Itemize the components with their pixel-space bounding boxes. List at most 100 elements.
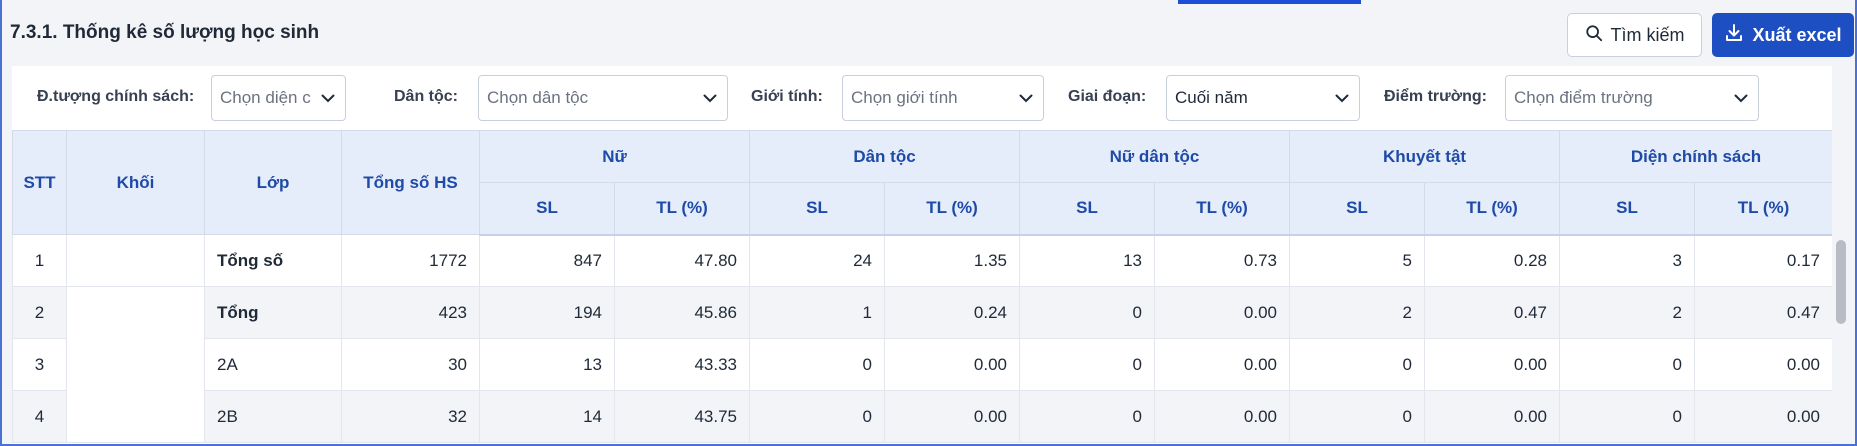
cell-total: 1772 — [341, 234, 480, 287]
gender-select[interactable]: Chọn giới tính — [842, 75, 1044, 121]
header-sl: SL — [479, 182, 615, 236]
policy-select-value: Chọn diện ch — [220, 88, 311, 107]
header-group-dien-chinh-sach: Diện chính sách — [1559, 130, 1832, 183]
policy-select[interactable]: Chọn diện ch — [211, 75, 346, 121]
header-group-nu: Nữ — [479, 130, 750, 183]
header-tl: TL (%) — [1153, 182, 1291, 236]
cell-ndt-tl: 0.73 — [1153, 234, 1291, 287]
header-sl: SL — [1019, 182, 1155, 236]
cell-kt-tl: 0.28 — [1424, 234, 1561, 287]
export-excel-button[interactable]: Xuất excel — [1712, 13, 1854, 57]
cell-dt-sl: 0 — [749, 390, 885, 443]
header-tl: TL (%) — [1694, 182, 1832, 236]
statistics-table-container: STT Khối Lớp Tổng số HS Nữ Dân tộc Nữ dâ… — [12, 130, 1832, 444]
cell-total: 30 — [341, 338, 480, 391]
search-button-label: Tìm kiếm — [1610, 24, 1685, 45]
cell-total: 32 — [341, 390, 480, 443]
cell-total: 423 — [341, 286, 480, 339]
header-group-nu-dan-toc: Nữ dân tộc — [1018, 130, 1291, 183]
stage-select[interactable]: Cuối năm — [1166, 75, 1360, 121]
cell-lop: 2A — [204, 338, 342, 391]
gender-select-value: Chọn giới tính — [851, 88, 958, 107]
table-row: 4 2B 32 14 43.75 0 0.00 0 0.00 0 0.00 0 … — [12, 390, 1832, 443]
ethnic-filter-label: Dân tộc: — [394, 88, 458, 105]
cell-stt: 2 — [12, 286, 67, 339]
cell-cs-sl: 3 — [1559, 234, 1696, 287]
search-button[interactable]: Tìm kiếm — [1567, 13, 1702, 57]
cell-kt-tl: 0.00 — [1424, 390, 1561, 443]
cell-ndt-tl: 0.00 — [1153, 338, 1291, 391]
cell-ndt-tl: 0.00 — [1153, 390, 1291, 443]
active-tab-indicator — [1178, 0, 1361, 4]
statistics-panel: 7.3.1. Thống kê số lượng học sinh Tìm ki… — [0, 0, 1857, 446]
cell-cs-sl: 0 — [1559, 338, 1696, 391]
header-sl: SL — [1559, 182, 1696, 236]
cell-dt-tl: 0.00 — [884, 390, 1020, 443]
cell-ndt-sl: 0 — [1019, 286, 1155, 339]
header-khoi: Khối — [66, 130, 205, 235]
cell-khoi — [66, 286, 205, 443]
cell-nu-tl: 47.80 — [614, 234, 750, 287]
chevron-down-icon — [1724, 76, 1758, 120]
filter-bar: Đ.tượng chính sách: Chọn diện ch Dân tộc… — [12, 66, 1832, 130]
cell-ndt-sl: 0 — [1019, 338, 1155, 391]
chevron-down-icon — [693, 76, 727, 120]
gender-filter-label: Giới tính: — [751, 88, 823, 105]
header-sl: SL — [1289, 182, 1426, 236]
ethnic-select-value: Chọn dân tộc — [487, 88, 589, 107]
cell-dt-sl: 0 — [749, 338, 885, 391]
cell-cs-sl: 2 — [1559, 286, 1696, 339]
cell-stt: 4 — [12, 390, 67, 443]
cell-dt-tl: 0.24 — [884, 286, 1020, 339]
header-group-dan-toc: Dân tộc — [749, 130, 1020, 183]
cell-lop: 2B — [204, 390, 342, 443]
cell-cs-tl: 0.17 — [1694, 234, 1832, 287]
header-tl: TL (%) — [884, 182, 1020, 236]
campus-select-value: Chọn điểm trường — [1514, 88, 1653, 107]
cell-ndt-tl: 0.00 — [1153, 286, 1291, 339]
cell-kt-sl: 0 — [1289, 390, 1426, 443]
cell-cs-tl: 0.00 — [1694, 390, 1832, 443]
cell-dt-sl: 1 — [749, 286, 885, 339]
header-lop: Lớp — [204, 130, 342, 235]
cell-dt-tl: 1.35 — [884, 234, 1020, 287]
cell-nu-sl: 14 — [479, 390, 615, 443]
page-title: 7.3.1. Thống kê số lượng học sinh — [10, 22, 320, 43]
cell-cs-sl: 0 — [1559, 390, 1696, 443]
cell-kt-tl: 0.47 — [1424, 286, 1561, 339]
chevron-down-icon — [1009, 76, 1043, 120]
cell-kt-tl: 0.00 — [1424, 338, 1561, 391]
header-stt: STT — [12, 130, 67, 235]
panel-header: 7.3.1. Thống kê số lượng học sinh Tìm ki… — [2, 6, 1855, 64]
table-row: 2 Tổng 423 194 45.86 1 0.24 0 0.00 2 0.4… — [12, 286, 1832, 443]
cell-kt-sl: 2 — [1289, 286, 1426, 339]
policy-filter-label: Đ.tượng chính sách: — [37, 88, 195, 105]
cell-lop: Tổng — [204, 286, 342, 339]
cell-cs-tl: 0.47 — [1694, 286, 1832, 339]
download-icon — [1724, 23, 1744, 48]
stage-select-value: Cuối năm — [1175, 88, 1248, 107]
ethnic-select[interactable]: Chọn dân tộc — [478, 75, 728, 121]
cell-ndt-sl: 13 — [1019, 234, 1155, 287]
cell-nu-sl: 13 — [479, 338, 615, 391]
cell-khoi — [66, 234, 205, 287]
cell-lop: Tổng số — [204, 234, 342, 287]
header-sl: SL — [749, 182, 885, 236]
cell-nu-tl: 43.75 — [614, 390, 750, 443]
cell-kt-sl: 0 — [1289, 338, 1426, 391]
cell-stt: 3 — [12, 338, 67, 391]
cell-stt: 1 — [12, 234, 67, 287]
header-group-khuyet-tat: Khuyết tật — [1289, 130, 1561, 183]
cell-kt-sl: 5 — [1289, 234, 1426, 287]
campus-select[interactable]: Chọn điểm trường — [1505, 75, 1759, 121]
cell-nu-tl: 43.33 — [614, 338, 750, 391]
chevron-down-icon — [311, 76, 345, 120]
cell-dt-tl: 0.00 — [884, 338, 1020, 391]
stage-filter-label: Giai đoạn: — [1068, 88, 1147, 105]
statistics-table: STT Khối Lớp Tổng số HS Nữ Dân tộc Nữ dâ… — [12, 130, 1832, 443]
chevron-down-icon — [1325, 76, 1359, 120]
search-icon — [1585, 24, 1603, 47]
export-excel-label: Xuất excel — [1752, 24, 1842, 45]
scrollbar-thumb[interactable] — [1836, 240, 1846, 324]
campus-filter-label: Điểm trường: — [1384, 88, 1487, 105]
